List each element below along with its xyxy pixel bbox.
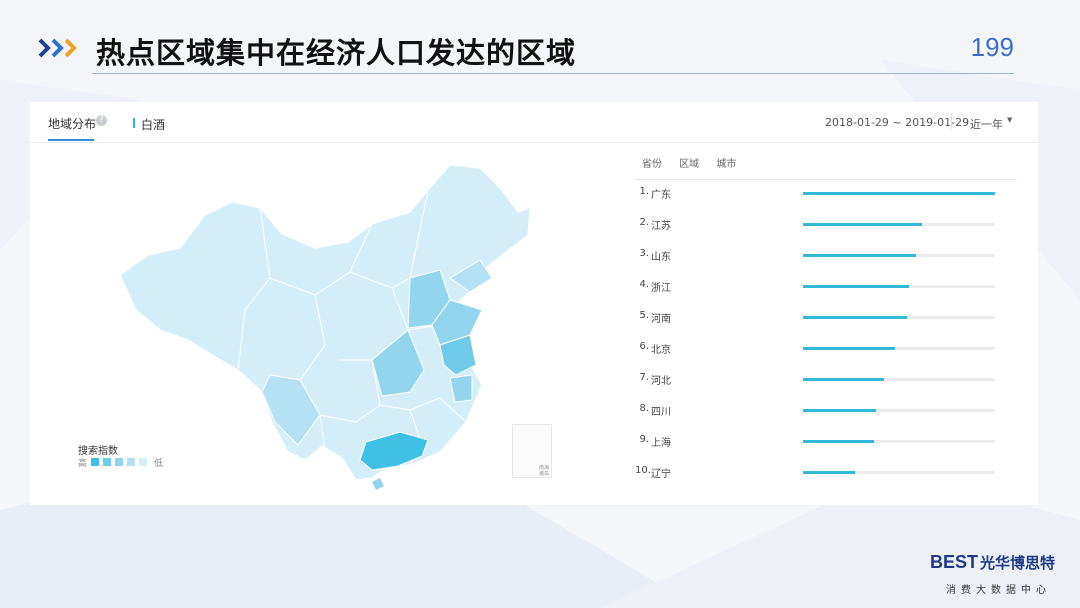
ranking-row: 6. 北京 [635, 338, 1025, 358]
ranking-row: 5. 河南 [635, 307, 1025, 327]
keyword-color-marker [133, 118, 135, 128]
keyword-label: 白酒 [141, 118, 166, 132]
help-icon[interactable]: ? [96, 115, 107, 126]
rank-province-name: 辽宁 [651, 469, 671, 480]
rank-province-name: 浙江 [651, 283, 671, 294]
title-divider [92, 73, 1014, 74]
rank-bar-track [803, 316, 995, 319]
rank-bar-track [803, 347, 995, 350]
rank-province-name: 北京 [651, 345, 671, 356]
rank-bar-fill [803, 440, 875, 443]
legend-low-label: 低 [154, 459, 164, 469]
rank-number: 7. [639, 372, 649, 383]
ranking-row: 7. 河北 [635, 369, 1025, 389]
rank-bar-track [803, 285, 995, 288]
rank-province-name: 山东 [651, 252, 671, 263]
legend-high-label: 高 [78, 459, 88, 469]
island-hainan [372, 478, 384, 490]
rank-tab-city[interactable]: 城市 [716, 159, 736, 170]
rank-province-name: 河南 [651, 314, 671, 325]
rank-province-name: 四川 [651, 407, 671, 418]
legend-title: 搜索指数 [78, 446, 118, 457]
rank-tab-region[interactable]: 区域 [679, 159, 699, 170]
rank-bar-track [803, 440, 995, 443]
rank-number: 6. [639, 341, 649, 352]
ranking-row: 3. 山东 [635, 245, 1025, 265]
rank-bar-fill [803, 192, 995, 195]
rank-bar-fill [803, 471, 855, 474]
legend-swatch-5 [139, 458, 147, 466]
panel-header: 地域分布 ? 白酒 2018-01-29 ~ 2019-01-29 近一年 ▼ [30, 102, 1038, 143]
header-separator [951, 113, 952, 129]
rank-number: 2. [639, 217, 649, 228]
rank-bar-fill [803, 409, 876, 412]
rank-bar-fill [803, 316, 907, 319]
page-number: 199 [970, 32, 1014, 62]
tab-region-distribution[interactable]: 地域分布 [48, 115, 96, 132]
rank-bar-track [803, 223, 995, 226]
china-heat-map [119, 164, 531, 490]
rank-bar-fill [803, 223, 923, 226]
rank-divider [635, 179, 1017, 180]
caret-down-icon[interactable]: ▼ [1007, 116, 1012, 124]
rank-bar-track [803, 471, 995, 474]
logo-subtitle: 消费大数据中心 [946, 585, 1051, 596]
rank-bar-fill [803, 285, 909, 288]
rank-number: 3. [639, 248, 649, 259]
rank-number: 9. [639, 434, 649, 445]
rank-province-name: 江苏 [651, 221, 671, 232]
ranking-row: 1. 广东 [635, 183, 1025, 203]
range-select[interactable]: 近一年 [970, 116, 1003, 132]
legend-swatch-3 [115, 458, 123, 466]
rank-number: 1. [639, 186, 649, 197]
legend-swatch-2 [103, 458, 111, 466]
logo-name: 光华博思特 [980, 554, 1056, 572]
chevron-arrows-icon [38, 38, 77, 58]
rank-tab-province[interactable]: 省份 [642, 159, 662, 170]
inset-label: 南海诸岛 [539, 465, 550, 477]
rank-bar-fill [803, 347, 896, 350]
rank-bar-track [803, 378, 995, 381]
ranking-row: 10. 辽宁 [635, 462, 1025, 482]
rank-number: 5. [639, 310, 649, 321]
rank-number: 4. [639, 279, 649, 290]
active-tab-indicator [48, 139, 94, 141]
date-range[interactable]: 2018-01-29 ~ 2019-01-29 [825, 116, 969, 129]
rank-bar-track [803, 409, 995, 412]
rank-bar-fill [803, 378, 884, 381]
rank-bar-track [803, 254, 995, 257]
rank-number: 8. [639, 403, 649, 414]
legend-swatch-4 [127, 458, 135, 466]
ranking-row: 9. 上海 [635, 431, 1025, 451]
slide-title: 热点区域集中在经济人口发达的区域 [96, 36, 577, 70]
legend-swatch-1 [91, 458, 99, 466]
rank-province-name: 上海 [651, 438, 671, 449]
region-distribution-panel: 地域分布 ? 白酒 2018-01-29 ~ 2019-01-29 近一年 ▼ [30, 102, 1038, 505]
rank-tabs: 省份 区域 城市 [642, 155, 750, 170]
brand-logo: BEST 光华博思特 [930, 552, 1055, 573]
ranking-row: 2. 江苏 [635, 214, 1025, 234]
ranking-row: 8. 四川 [635, 400, 1025, 420]
ranking-row: 4. 浙江 [635, 276, 1025, 296]
rank-province-name: 河北 [651, 376, 671, 387]
rank-bar-track [803, 192, 995, 195]
rank-province-name: 广东 [651, 190, 671, 201]
logo-brand: BEST [930, 552, 979, 572]
rank-bar-fill [803, 254, 917, 257]
rank-number: 10. [635, 465, 651, 476]
